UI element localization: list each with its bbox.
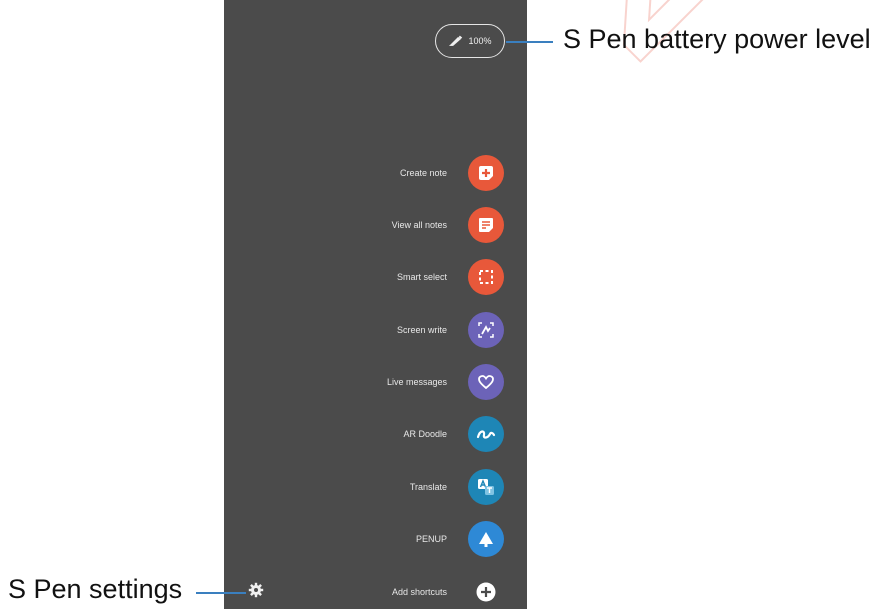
create-note-icon[interactable]	[468, 155, 504, 191]
menu-item-label: Live messages	[386, 377, 447, 387]
menu-item-label: Screen write	[396, 325, 447, 335]
menu-item-view-all-notes[interactable]: View all notes	[224, 207, 527, 243]
gear-icon[interactable]	[248, 582, 264, 603]
menu-item-label: Create note	[399, 168, 447, 178]
plus-icon[interactable]	[468, 574, 504, 610]
menu-item-label: Add shortcuts	[391, 587, 447, 597]
air-command-panel: 100% Create note View all notes Smart se…	[224, 0, 527, 609]
menu-item-label: PENUP	[415, 534, 447, 544]
translate-icon[interactable]	[468, 469, 504, 505]
menu-item-live-messages[interactable]: Live messages	[224, 364, 527, 400]
menu-item-label: Smart select	[396, 272, 447, 282]
menu-item-ar-doodle[interactable]: AR Doodle	[224, 416, 527, 452]
menu-item-smart-select[interactable]: Smart select	[224, 259, 527, 295]
settings-callout-label: S Pen settings	[8, 574, 183, 604]
battery-callout-label: S Pen battery power level	[563, 24, 871, 54]
screen-write-icon[interactable]	[468, 312, 504, 348]
battery-level-text: 100%	[468, 36, 492, 46]
battery-callout-line	[506, 41, 553, 43]
settings-callout-line	[196, 592, 246, 594]
menu-item-penup[interactable]: PENUP	[224, 521, 527, 557]
menu-item-create-note[interactable]: Create note	[224, 155, 527, 191]
menu-item-translate[interactable]: Translate	[224, 469, 527, 505]
smart-select-icon[interactable]	[468, 259, 504, 295]
pen-icon	[448, 35, 464, 47]
battery-level-indicator: 100%	[435, 24, 505, 58]
menu-item-add-shortcuts[interactable]: Add shortcuts	[224, 574, 527, 610]
menu-item-label: AR Doodle	[403, 429, 447, 439]
menu-item-label: View all notes	[391, 220, 447, 230]
notes-list-icon[interactable]	[468, 207, 504, 243]
menu-item-screen-write[interactable]: Screen write	[224, 312, 527, 348]
heart-icon[interactable]	[468, 364, 504, 400]
menu-item-label: Translate	[409, 482, 447, 492]
penup-icon[interactable]	[468, 521, 504, 557]
ar-doodle-icon[interactable]	[468, 416, 504, 452]
